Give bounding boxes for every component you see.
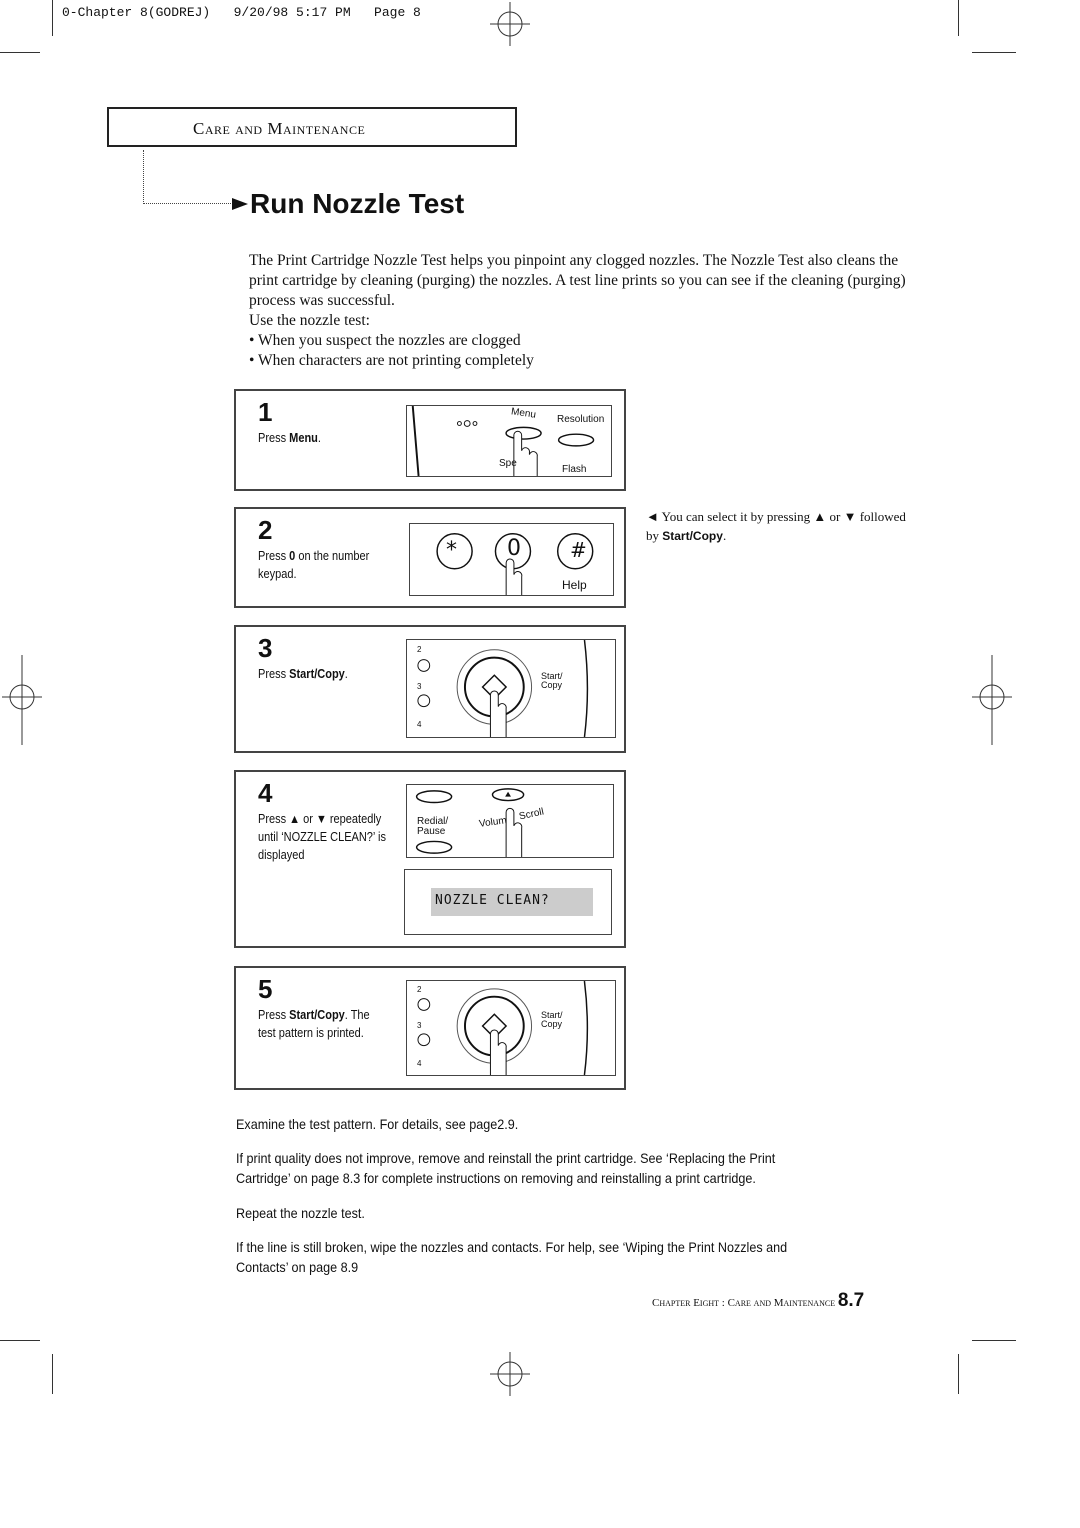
- crop-mark: [958, 1354, 959, 1394]
- scroll-button-illustration: Redial/Pause Volum Scroll: [406, 784, 614, 858]
- page-number: 8.7: [837, 1290, 865, 1311]
- step-number: 5: [258, 974, 273, 1004]
- intro: The Print Cartridge Nozzle Test helps yo…: [249, 251, 909, 371]
- lcd-text: NOZZLE CLEAN?: [431, 888, 593, 916]
- registration-mark: [490, 1352, 530, 1396]
- body-paragraph: Examine the test pattern. For details, s…: [236, 1116, 519, 1132]
- crop-mark: [52, 1354, 53, 1394]
- lcd-display: NOZZLE CLEAN?: [404, 869, 612, 935]
- registration-mark: [490, 2, 530, 46]
- step-4: 4 Press ▲ or ▼ repeatedly until ‘NOZZLE …: [234, 770, 626, 948]
- keypad-illustration: * 0 # Help: [409, 523, 614, 596]
- crop-mark: [0, 1340, 40, 1341]
- crop-mark: [52, 0, 53, 36]
- step-1: 1 Press Menu. Menu Resolution Spe Flash: [234, 389, 626, 491]
- step-instruction: Press Menu.: [258, 431, 321, 445]
- body-paragraph: Repeat the nozzle test.: [236, 1205, 365, 1221]
- step-number: 1: [258, 397, 273, 427]
- registration-mark: [2, 655, 42, 745]
- crop-mark: [972, 1340, 1016, 1341]
- start-copy-illustration: 2 3 4 Start/Copy: [406, 639, 616, 738]
- bullet-item: • When characters are not printing compl…: [249, 352, 534, 369]
- page-title: Run Nozzle Test: [250, 188, 465, 219]
- print-slug: 0-Chapter 8(GODREJ) 9/20/98 5:17 PM Page…: [62, 5, 421, 20]
- step-5: 5 Press Start/Copy. The test pattern is …: [234, 966, 626, 1090]
- crop-mark: [972, 52, 1016, 53]
- menu-button-illustration: Menu Resolution Spe Flash: [406, 405, 612, 477]
- crop-mark: [0, 52, 40, 53]
- arrow-icon: [232, 198, 248, 210]
- bullet-item: • When you suspect the nozzles are clogg…: [249, 332, 521, 349]
- body-paragraph: If print quality does not improve, remov…: [236, 1150, 776, 1186]
- step-instruction: Press Start/Copy.: [258, 667, 348, 681]
- step-instruction: Press 0 on the number keypad.: [258, 549, 370, 581]
- side-note: ◄ You can select it by pressing ▲ or ▼ f…: [646, 509, 906, 543]
- registration-mark: [972, 655, 1012, 745]
- page-footer: Chapter Eight : Care and Maintenance 8.7: [652, 1290, 865, 1311]
- step-number: 2: [258, 515, 273, 545]
- intro-paragraph: The Print Cartridge Nozzle Test helps yo…: [249, 252, 906, 309]
- use-label: Use the nozzle test:: [249, 312, 370, 329]
- crop-mark: [958, 0, 959, 36]
- section-header: Care and Maintenance: [107, 107, 517, 147]
- step-3: 3 Press Start/Copy. 2 3 4 Start/Copy: [234, 625, 626, 753]
- step-2: 2 Press 0 on the number keypad. * 0 # He…: [234, 507, 626, 608]
- step-number: 3: [258, 633, 273, 663]
- step-instruction: Press Start/Copy. The test pattern is pr…: [258, 1008, 370, 1040]
- body-paragraph: If the line is still broken, wipe the no…: [236, 1239, 788, 1275]
- start-copy-illustration: 2 3 4 Start/Copy: [406, 980, 616, 1076]
- step-instruction: Press ▲ or ▼ repeatedly until ‘NOZZLE CL…: [258, 812, 386, 862]
- dotted-leader: [143, 150, 233, 204]
- step-number: 4: [258, 778, 273, 808]
